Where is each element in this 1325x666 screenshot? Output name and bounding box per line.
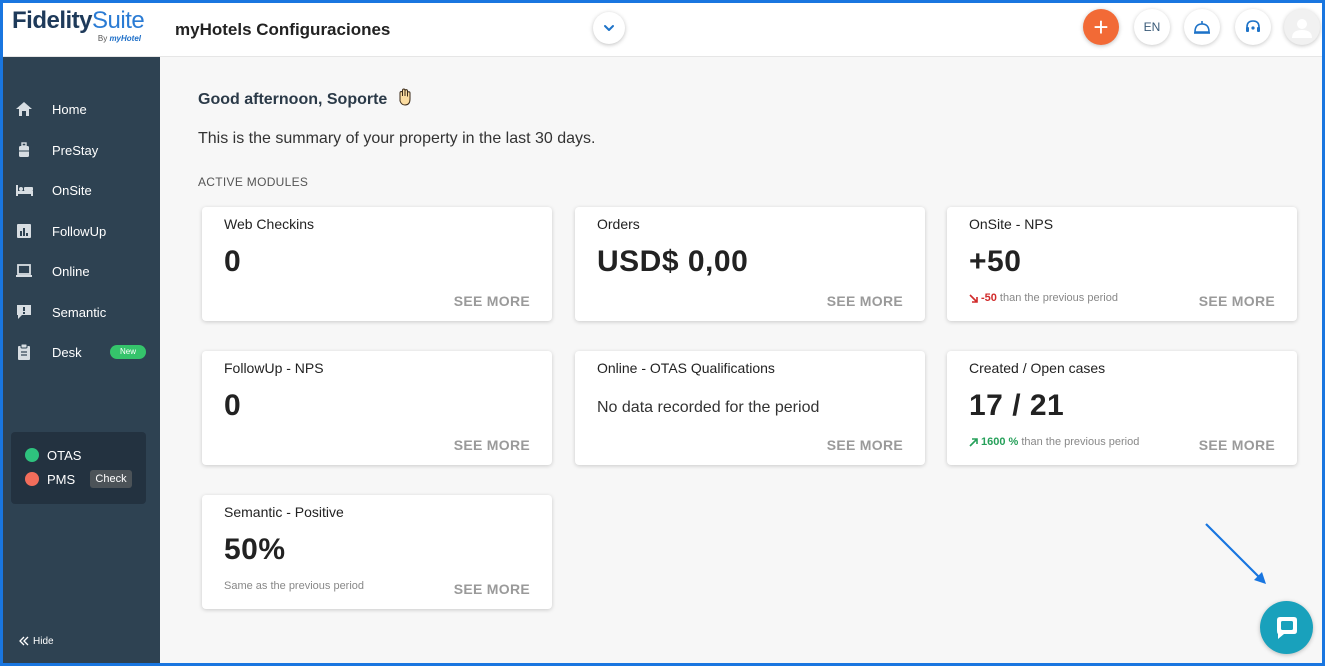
comparison-value: 1600 % [981, 436, 1019, 448]
summary-text: This is the summary of your property in … [198, 130, 596, 147]
active-modules-heading: ACTIVE MODULES [198, 175, 309, 189]
main-content: Good afternoon, Soporte This is the summ… [160, 57, 1325, 666]
status-dot-green [25, 448, 39, 462]
logo[interactable]: FidelitySuite By myHotel [12, 8, 147, 50]
sidebar-item-label: Home [52, 102, 87, 117]
card-web-checkins: Web Checkins 0 SEE MORE [202, 207, 552, 321]
trend-up-icon [969, 437, 978, 447]
sidebar-item-prestay[interactable]: PreStay [0, 132, 160, 168]
comparison-value: -50 [981, 292, 997, 304]
sidebar-item-label: OnSite [52, 183, 92, 198]
card-value: 50% [224, 533, 286, 566]
card-title: Web Checkins [224, 216, 315, 232]
avatar[interactable] [1284, 9, 1320, 45]
add-button[interactable]: + [1083, 9, 1119, 45]
user-icon [1292, 19, 1312, 38]
plus-icon: + [1093, 12, 1109, 42]
period-comparison: 1600 % than the previous period [969, 436, 1139, 448]
logo-bold: Fidelity [12, 7, 93, 34]
laptop-icon [16, 264, 32, 277]
card-value: 17 / 21 [969, 389, 1065, 422]
home-icon [16, 102, 32, 116]
card-semantic-positive: Semantic - Positive 50% Same as the prev… [202, 495, 552, 609]
card-online-otas: Online - OTAS Qualifications No data rec… [575, 351, 925, 465]
chat-bubble-icon [1276, 616, 1297, 639]
card-value: 0 [224, 389, 242, 422]
card-followup-nps: FollowUp - NPS 0 SEE MORE [202, 351, 552, 465]
page-title: myHotels Configuraciones [175, 20, 391, 39]
card-title: Orders [597, 216, 640, 232]
double-chevron-left-icon [19, 636, 29, 646]
card-title: Semantic - Positive [224, 504, 344, 520]
card-title: OnSite - NPS [969, 216, 1054, 232]
trend-down-icon [969, 293, 978, 303]
language-label: EN [1143, 20, 1161, 34]
integration-label: PMS [47, 471, 76, 487]
waving-hand-icon [399, 88, 411, 106]
luggage-icon [19, 142, 29, 157]
sidebar-item-onsite[interactable]: OnSite [0, 172, 160, 208]
sidebar-item-online[interactable]: Online [0, 253, 160, 289]
see-more-button[interactable]: SEE MORE [454, 581, 530, 597]
bar-chart-icon [17, 224, 31, 238]
status-dot-red [25, 472, 39, 486]
card-title: FollowUp - NPS [224, 360, 324, 376]
chat-button[interactable] [1260, 601, 1313, 654]
language-button[interactable]: EN [1134, 9, 1170, 45]
see-more-button[interactable]: SEE MORE [454, 293, 530, 309]
comparison-text: than the previous period [999, 292, 1118, 304]
no-data-message: No data recorded for the period [597, 399, 820, 416]
sidebar-item-label: Semantic [52, 305, 107, 320]
hide-label: Hide [33, 635, 54, 647]
comparison-text: than the previous period [1021, 436, 1140, 448]
card-value: USD$ 0,00 [597, 245, 749, 278]
logo-light: Suite [92, 7, 145, 34]
card-onsite-nps: OnSite - NPS +50 -50 than the previous p… [947, 207, 1297, 321]
check-button[interactable]: Check [90, 470, 132, 488]
period-comparison: -50 than the previous period [969, 292, 1118, 304]
top-bar: FidelitySuite By myHotel myHotels Config… [0, 0, 1325, 57]
integration-pms: PMS [25, 471, 75, 487]
chevron-down-icon [604, 25, 614, 31]
see-more-button[interactable]: SEE MORE [827, 293, 903, 309]
integration-otas: OTAS [25, 447, 81, 463]
see-more-button[interactable]: SEE MORE [1199, 437, 1275, 453]
clipboard-icon [18, 343, 30, 360]
new-badge: New [110, 345, 146, 359]
see-more-button[interactable]: SEE MORE [1199, 293, 1275, 309]
logo-by: By [97, 34, 108, 43]
sidebar-item-semantic[interactable]: Semantic [0, 294, 160, 330]
speech-bubble-icon [17, 305, 31, 319]
greeting-text: Good afternoon, Soporte [198, 91, 388, 108]
sidebar-item-label: Online [52, 264, 90, 279]
card-cases: Created / Open cases 17 / 21 1600 % than… [947, 351, 1297, 465]
card-title: Online - OTAS Qualifications [597, 360, 775, 376]
comparison-text: Same as the previous period [224, 580, 365, 592]
concierge-bell-icon [1194, 21, 1210, 34]
sidebar: Home PreStay OnSite FollowUp Online Sema… [0, 57, 160, 666]
sidebar-item-label: PreStay [52, 143, 99, 158]
card-title: Created / Open cases [969, 360, 1106, 376]
sidebar-item-label: FollowUp [52, 224, 107, 239]
sidebar-item-desk[interactable]: Desk New [0, 334, 160, 370]
see-more-button[interactable]: SEE MORE [827, 437, 903, 453]
sidebar-item-followup[interactable]: FollowUp [0, 213, 160, 249]
bed-icon [16, 185, 33, 196]
logo-brand: myHotel [109, 34, 141, 43]
hide-sidebar-button[interactable]: Hide [18, 635, 54, 647]
hotel-dropdown-button[interactable] [593, 12, 625, 44]
card-value: 0 [224, 245, 242, 278]
sidebar-item-label: Desk [52, 345, 82, 360]
greeting-heading: Good afternoon, Soporte [198, 87, 415, 109]
card-orders: Orders USD$ 0,00 SEE MORE [575, 207, 925, 321]
card-value: +50 [969, 245, 1022, 278]
support-button[interactable] [1235, 9, 1271, 45]
see-more-button[interactable]: SEE MORE [454, 437, 530, 453]
period-comparison: Same as the previous period [224, 580, 364, 592]
integration-status-panel: OTAS PMS Check [11, 432, 146, 504]
integration-label: OTAS [47, 447, 82, 463]
headset-icon [1246, 20, 1260, 32]
concierge-bell-button[interactable] [1184, 9, 1220, 45]
sidebar-item-home[interactable]: Home [0, 91, 160, 127]
